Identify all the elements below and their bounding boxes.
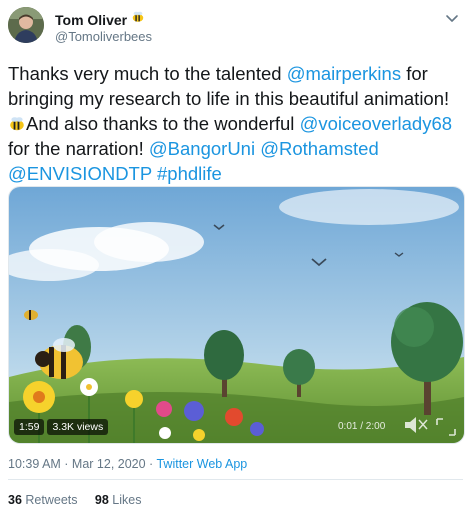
hashtag-link[interactable]: #phdlife (157, 163, 222, 184)
tweet-text-fragment: Thanks very much to the talented (8, 63, 287, 84)
video-timer: 0:01 / 2:00 (338, 421, 386, 432)
mention-link[interactable]: @ENVISIONDTP (8, 163, 152, 184)
video-duration: 1:59 (14, 419, 45, 435)
mention-link[interactable]: @mairperkins (287, 63, 401, 84)
tweet-text-fragment: And also thanks to the wonderful (26, 113, 300, 134)
tweet-header: Tom Oliver @Tomoliverbees (8, 7, 463, 47)
mention-link[interactable]: @BangorUni (149, 138, 255, 159)
bee-emoji-icon (8, 113, 26, 134)
video-player[interactable] (8, 186, 465, 444)
tweet-text-fragment: for the narration! (8, 138, 149, 159)
tweet-timestamp[interactable]: 10:39 AM · Mar 12, 2020 · (8, 457, 156, 471)
avatar[interactable] (8, 7, 44, 43)
video-thumbnail (9, 187, 464, 443)
video-views: 3.3K views (47, 419, 109, 435)
mention-link[interactable]: @Rothamsted (260, 138, 379, 159)
divider (8, 479, 463, 480)
tweet-text: Thanks very much to the talented @mairpe… (8, 61, 466, 186)
tweet-card: Tom Oliver @Tomoliverbees Thanks very mu… (0, 0, 471, 519)
likes-stat[interactable]: 98 Likes (95, 493, 142, 507)
likes-count: 98 (94, 493, 109, 507)
tweet-stats: 36 Retweets 98 Likes (8, 493, 141, 507)
retweets-stat[interactable]: 36 Retweets (8, 493, 78, 507)
mention-link[interactable]: @voiceoverlady68 (300, 113, 452, 134)
author-handle[interactable]: @Tomoliverbees (55, 29, 152, 44)
author-name[interactable]: Tom Oliver (55, 12, 127, 28)
bee-emoji-icon (131, 10, 145, 29)
retweets-count: 36 (8, 493, 22, 507)
video-badges: 1:59 3.3K views (14, 419, 109, 435)
retweets-label: Retweets (25, 493, 78, 507)
source-app-link[interactable]: Twitter Web App (156, 457, 247, 471)
tweet-meta: 10:39 AM · Mar 12, 2020 · Twitter Web Ap… (8, 457, 247, 471)
chevron-down-icon[interactable] (443, 9, 461, 27)
likes-label: Likes (112, 493, 142, 507)
